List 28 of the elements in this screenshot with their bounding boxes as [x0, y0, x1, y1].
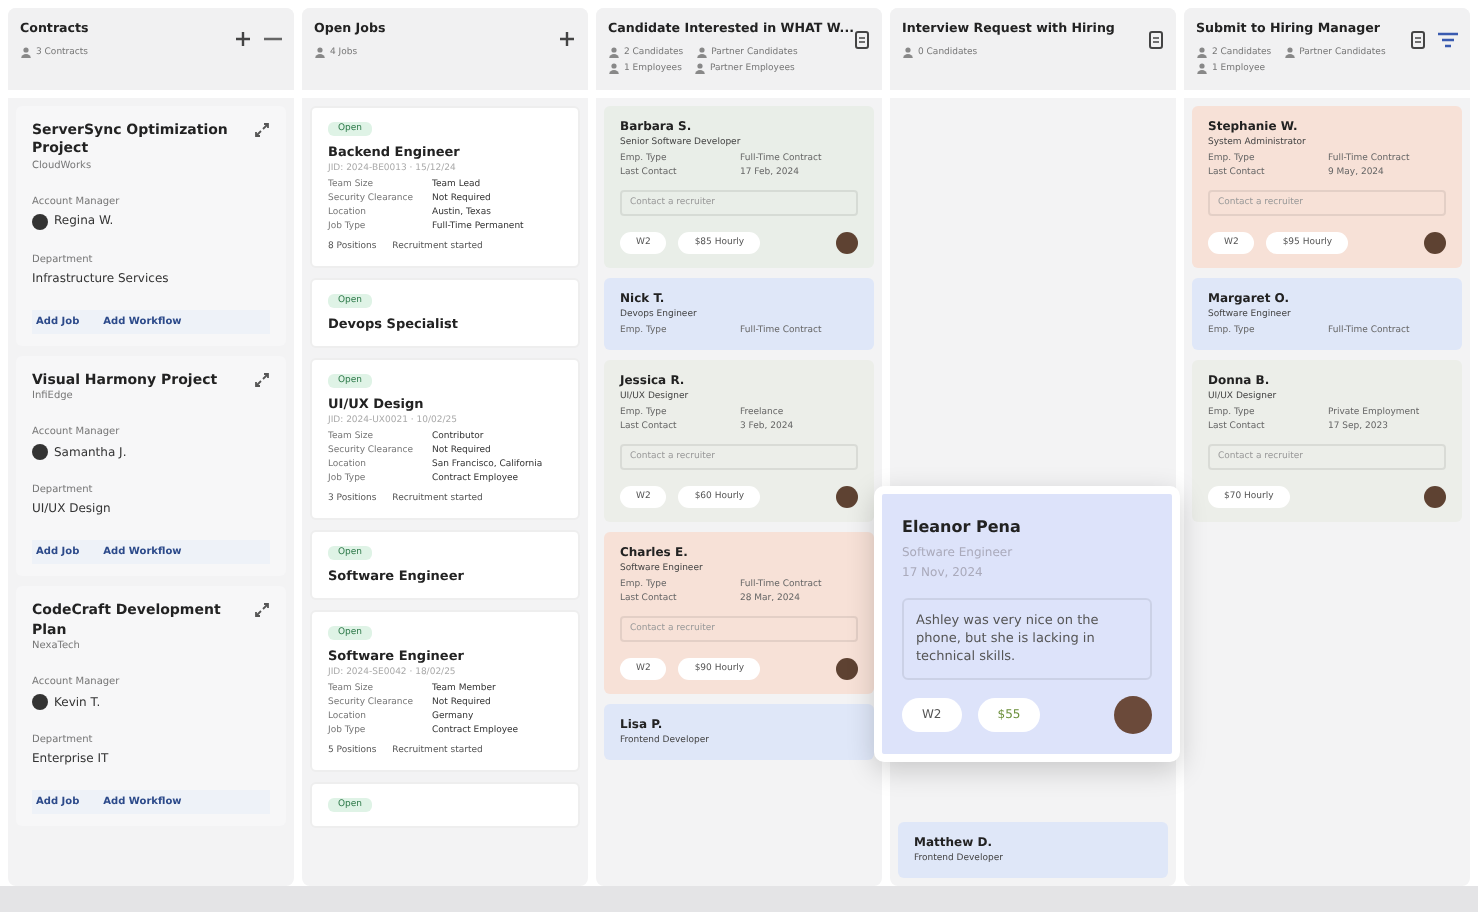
- avatar: [836, 486, 858, 508]
- person-icon: [1196, 46, 1208, 59]
- person-icon: [608, 62, 620, 75]
- avatar: [836, 232, 858, 254]
- person-icon: [1196, 62, 1208, 75]
- avatar: [1424, 232, 1446, 254]
- person-icon: [314, 46, 326, 59]
- person-icon: [1283, 46, 1296, 59]
- document-icon[interactable]: [1410, 30, 1426, 50]
- more-icon[interactable]: [264, 36, 282, 42]
- avatar: [32, 213, 48, 230]
- avatar: [32, 444, 48, 461]
- candidate-name: Eleanor Pena: [902, 518, 1023, 536]
- add-icon[interactable]: [234, 30, 252, 48]
- document-icon[interactable]: [1148, 30, 1164, 50]
- expand-icon[interactable]: [254, 371, 270, 391]
- filter-icon[interactable]: [1438, 32, 1458, 48]
- document-icon[interactable]: [854, 30, 870, 50]
- avatar: [32, 694, 48, 711]
- person-icon: [902, 46, 914, 59]
- avatar: [836, 658, 858, 680]
- avatar: [1424, 486, 1446, 508]
- avatar: [1114, 696, 1152, 735]
- person-icon: [693, 62, 706, 75]
- person-icon: [695, 46, 708, 59]
- person-icon: [608, 46, 620, 59]
- add-icon[interactable]: [558, 30, 576, 48]
- person-icon: [20, 46, 32, 59]
